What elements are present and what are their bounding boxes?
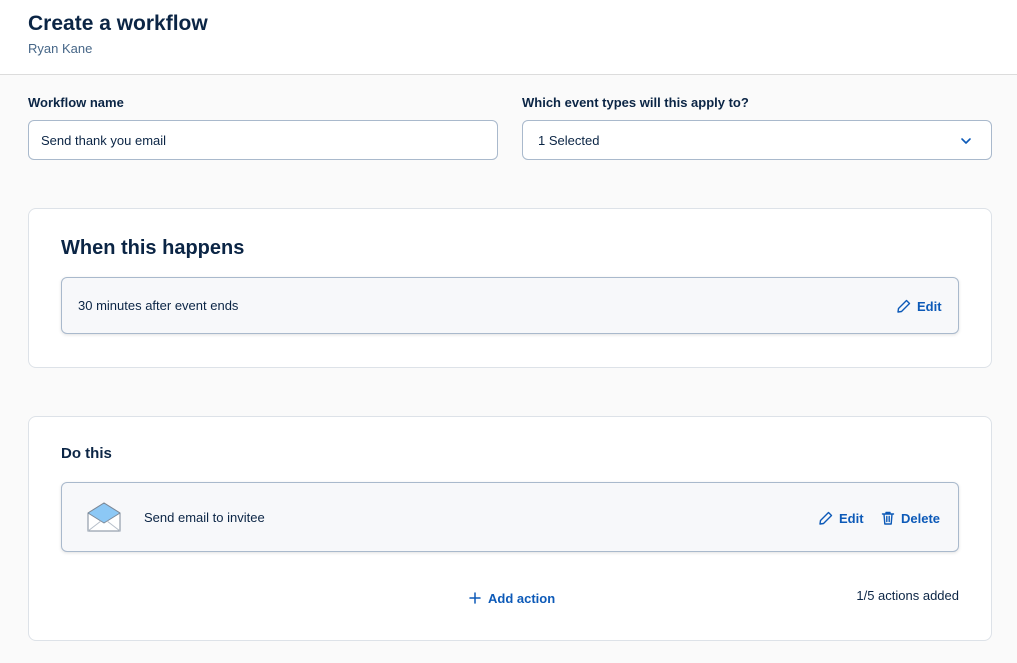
trigger-description: 30 minutes after event ends (78, 298, 239, 313)
trigger-title: When this happens (61, 237, 245, 259)
pencil-icon (819, 511, 833, 525)
action-delete-label: Delete (901, 510, 941, 526)
owner-name: Ryan Kane (28, 41, 93, 56)
event-types-select[interactable]: 1 Selected (522, 120, 992, 160)
action-edit-button[interactable]: Edit (818, 510, 864, 526)
plus-icon (469, 592, 481, 604)
event-types-label: Which event types will this apply to? (522, 95, 749, 110)
pencil-icon (897, 299, 911, 313)
action-label: Send email to invitee (144, 510, 265, 525)
page-header: Create a workflow Ryan Kane (0, 0, 1017, 75)
actions-count: 1/5 actions added (856, 588, 959, 603)
event-types-value: 1 Selected (538, 132, 600, 148)
envelope-icon (87, 502, 121, 532)
page-title: Create a workflow (28, 12, 208, 35)
chevron-down-icon (961, 138, 971, 144)
actions-title: Do this (61, 445, 112, 462)
add-action-label: Add action (488, 590, 556, 606)
workflow-name-input[interactable] (28, 120, 498, 160)
add-action-button[interactable]: Add action (467, 590, 555, 606)
trigger-item: 30 minutes after event ends Edit (61, 277, 959, 334)
action-edit-label: Edit (839, 510, 864, 526)
trash-icon (881, 511, 895, 525)
trigger-edit-button[interactable]: Edit (896, 298, 942, 314)
trigger-edit-label: Edit (917, 298, 942, 314)
actions-card: Do this Send email to invitee Edit Delet… (28, 416, 992, 641)
action-item: Send email to invitee Edit Delete (61, 482, 959, 552)
workflow-name-label: Workflow name (28, 95, 124, 110)
trigger-card: When this happens 30 minutes after event… (28, 208, 992, 368)
action-delete-button[interactable]: Delete (880, 510, 940, 526)
